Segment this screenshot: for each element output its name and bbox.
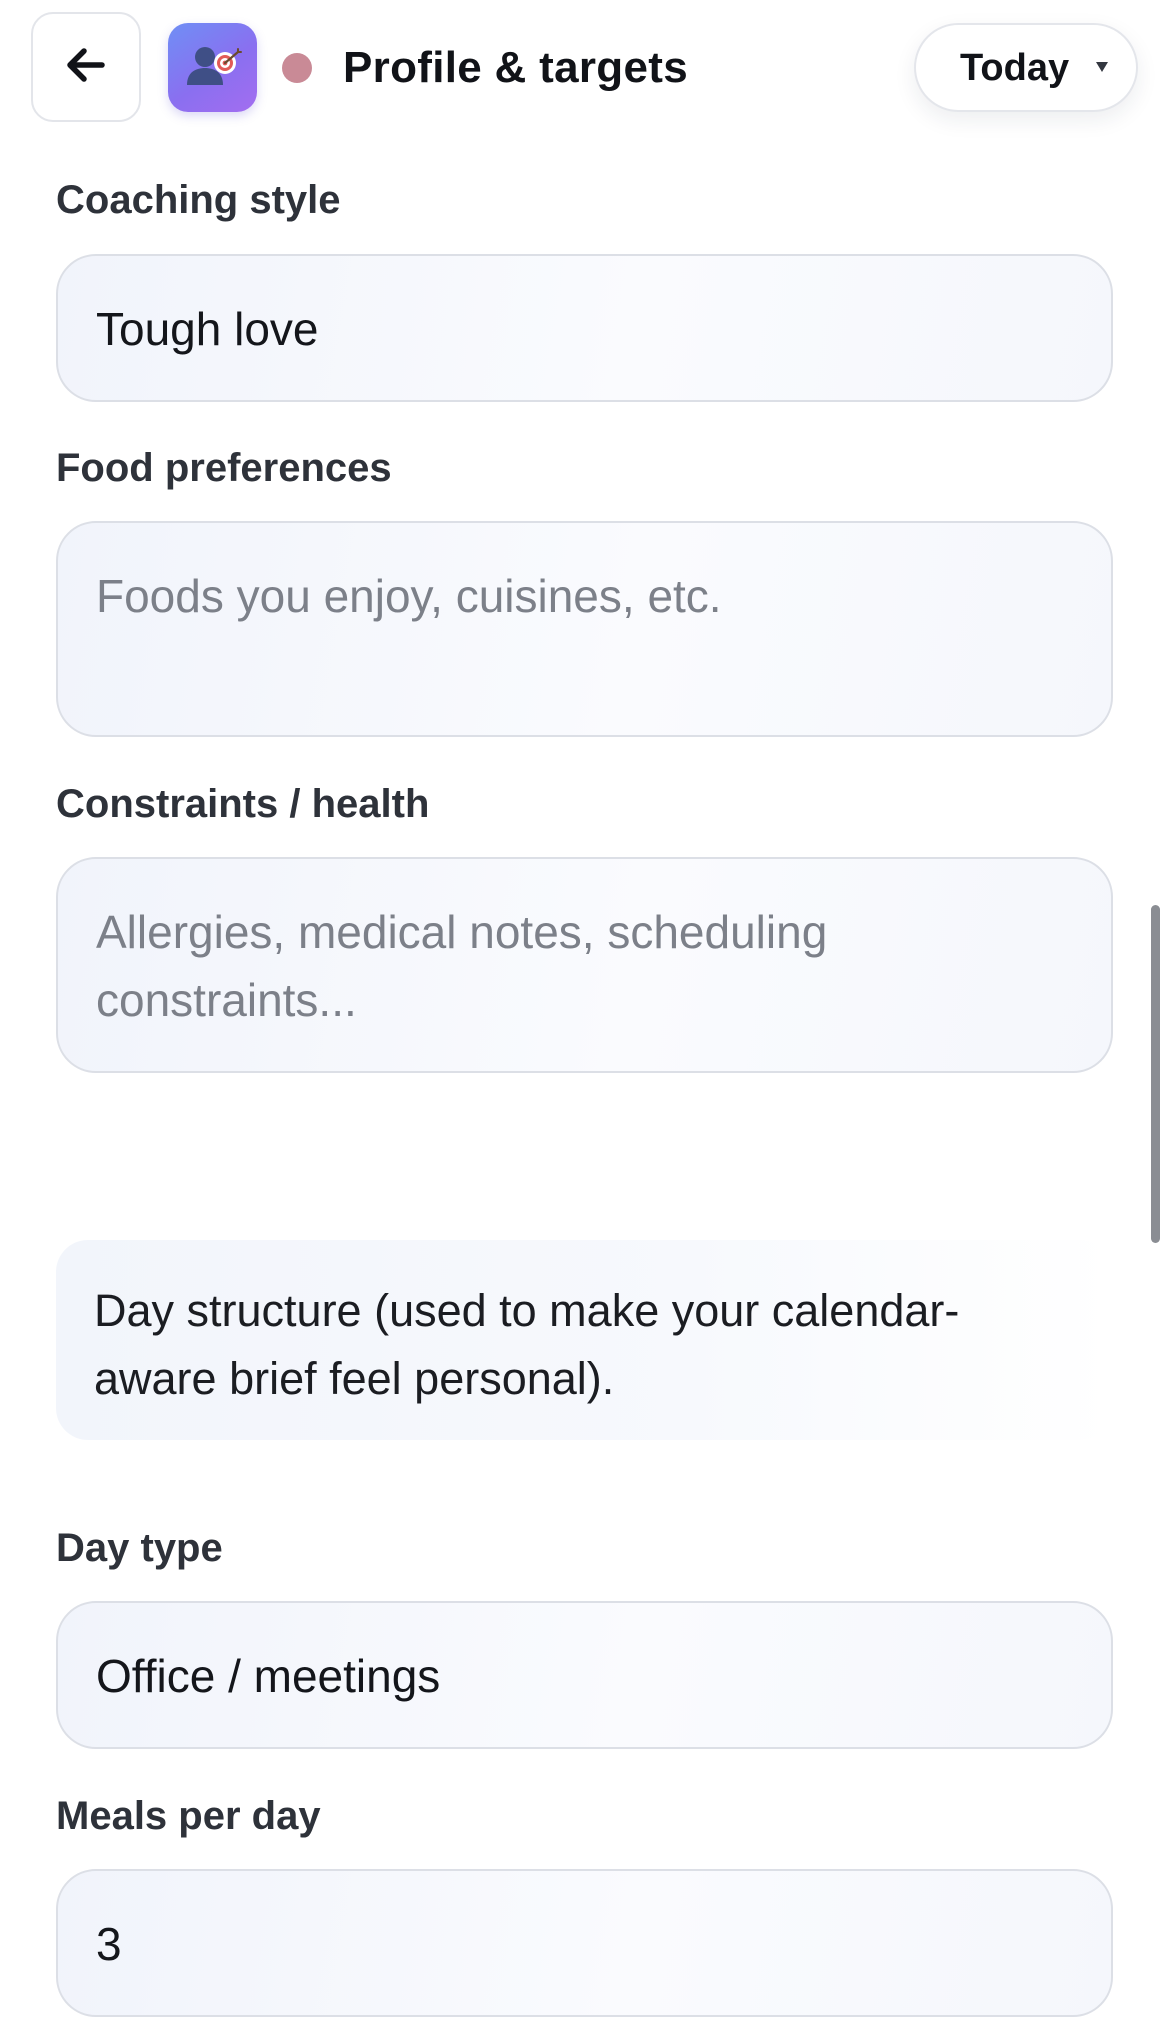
scrollbar[interactable]	[1151, 905, 1160, 1243]
day-type-label: Day type	[56, 1526, 223, 1570]
day-structure-note-text: Day structure (used to make your calenda…	[94, 1285, 960, 1404]
food-preferences-placeholder: Foods you enjoy, cuisines, etc.	[96, 570, 722, 622]
date-dropdown[interactable]: Today	[914, 23, 1138, 112]
coaching-style-value: Tough love	[96, 303, 319, 355]
meals-per-day-value: 3	[96, 1918, 122, 1970]
constraints-placeholder: Allergies, medical notes, scheduling con…	[96, 906, 828, 1026]
top-bar: Profile & targets Today	[0, 0, 1170, 140]
meals-per-day-label: Meals per day	[56, 1794, 321, 1838]
status-dot	[282, 53, 312, 83]
constraints-label: Constraints / health	[56, 782, 430, 826]
meals-per-day-input[interactable]: 3	[56, 1869, 1113, 2017]
app-logo	[168, 23, 257, 112]
constraints-textarea[interactable]: Allergies, medical notes, scheduling con…	[56, 857, 1113, 1073]
coaching-style-select[interactable]: Tough love	[56, 254, 1113, 402]
coaching-style-label: Coaching style	[56, 178, 341, 222]
back-button[interactable]	[31, 12, 141, 122]
caret-down-icon	[1096, 62, 1108, 72]
arrow-left-icon	[66, 47, 106, 87]
profile-target-icon	[183, 39, 243, 96]
day-type-select[interactable]: Office / meetings	[56, 1601, 1113, 1749]
food-preferences-textarea[interactable]: Foods you enjoy, cuisines, etc.	[56, 521, 1113, 737]
date-dropdown-value: Today	[960, 47, 1070, 89]
food-preferences-label: Food preferences	[56, 446, 392, 490]
page-title: Profile & targets	[343, 43, 688, 92]
day-structure-note: Day structure (used to make your calenda…	[56, 1240, 1113, 1440]
day-type-value: Office / meetings	[96, 1650, 441, 1702]
